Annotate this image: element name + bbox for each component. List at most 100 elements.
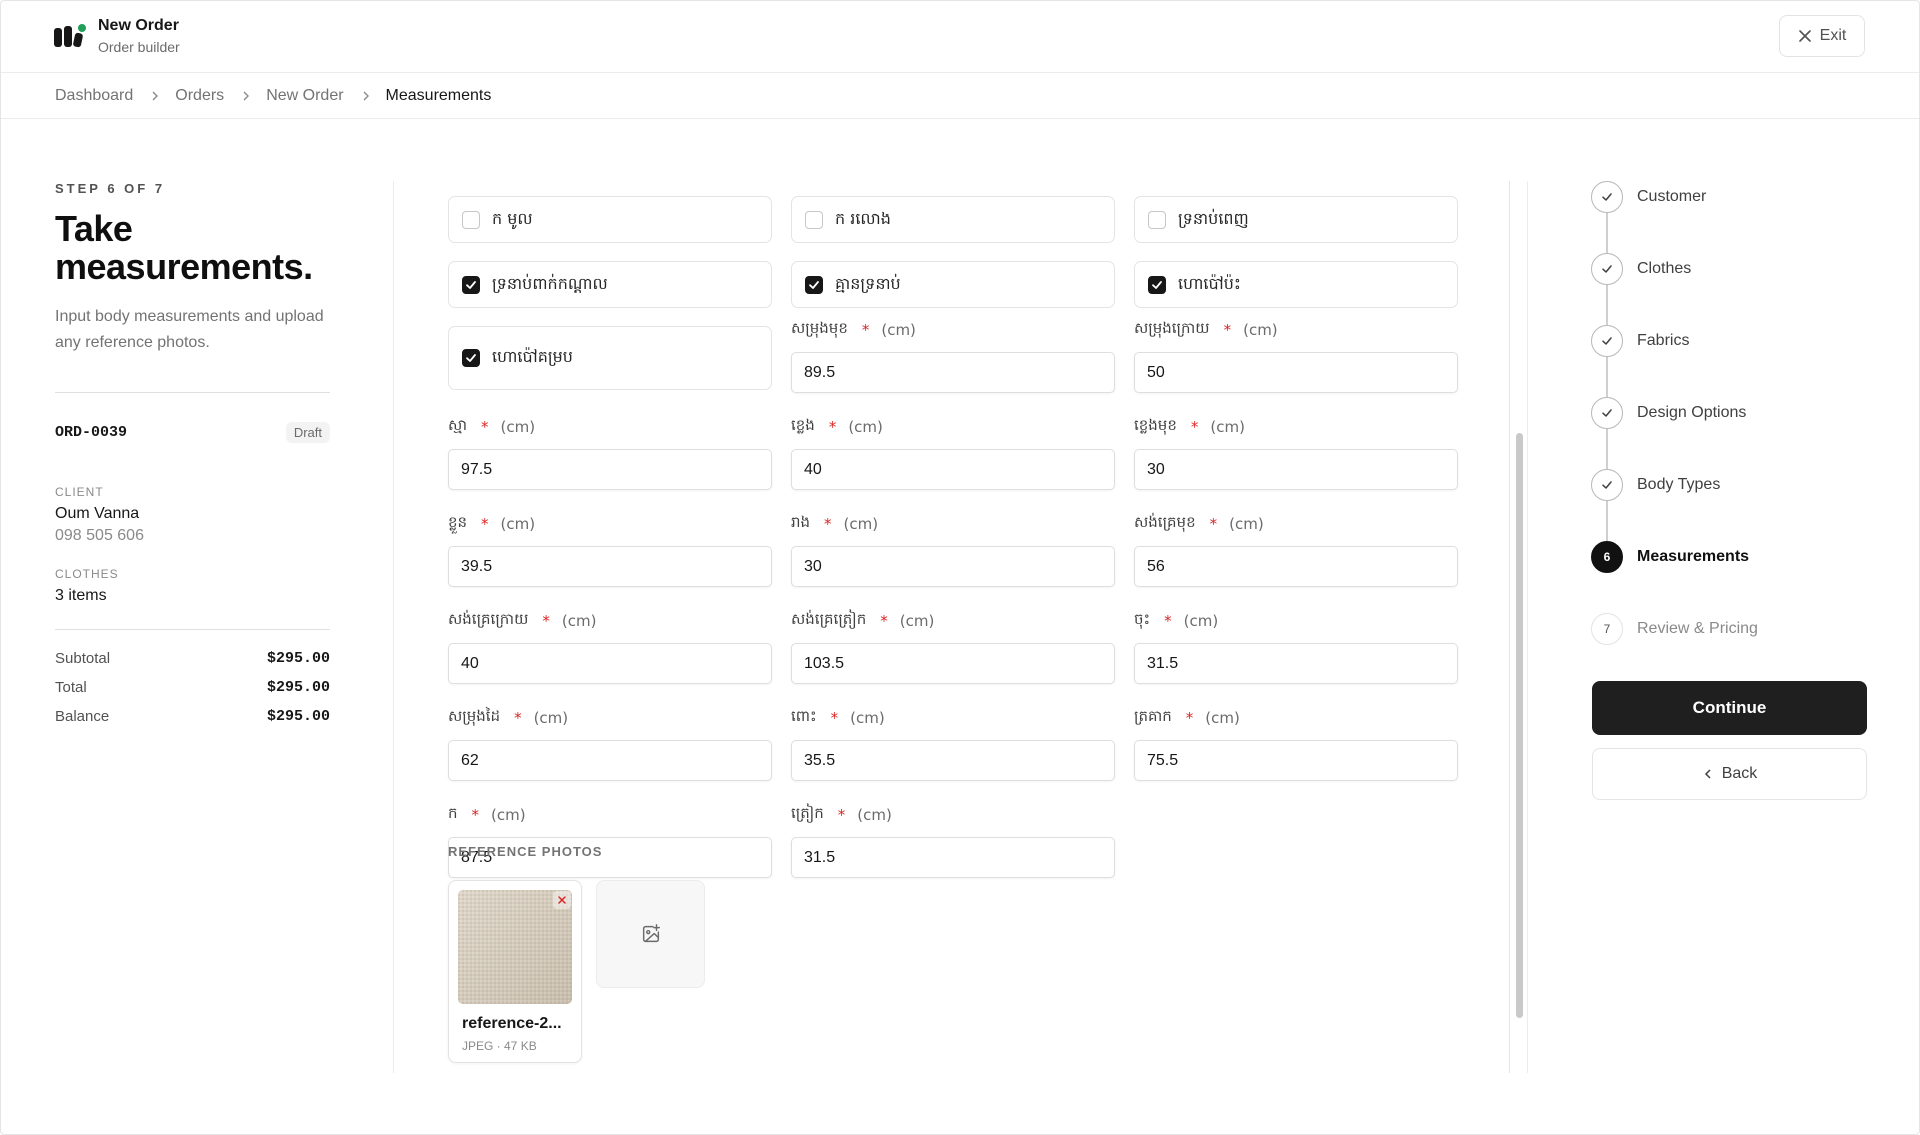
continue-button[interactable]: Continue [1592, 681, 1867, 735]
page-title: Take measurements. [55, 208, 313, 287]
reference-photos-label: REFERENCE PHOTOS [448, 844, 603, 859]
measurement-field: សម្រុងមុខ * (cm) [791, 318, 1115, 393]
step-body-types[interactable]: Body Types [1591, 469, 1891, 541]
photo-meta: JPEG · 47 KB [462, 1039, 537, 1053]
measurement-input[interactable] [1134, 740, 1458, 781]
measurement-input[interactable] [791, 643, 1115, 684]
image-plus-icon [642, 924, 660, 943]
measurement-input[interactable] [448, 546, 772, 587]
photo-filename: reference-2... [462, 1015, 562, 1032]
measurement-field: ចុះ * (cm) [1134, 609, 1458, 684]
measurement-input[interactable] [1134, 352, 1458, 393]
option-checkbox[interactable]: ទ្រនាប់ពេញ [1134, 196, 1458, 243]
step-label: Measurements [1637, 548, 1750, 565]
step-complete-indicator [1591, 253, 1623, 285]
step-fabrics[interactable]: Fabrics [1591, 325, 1891, 397]
add-photo-button[interactable] [596, 880, 705, 988]
order-id-row: ORD-0039 Draft [55, 422, 330, 443]
divider [393, 181, 394, 1073]
total-label: Total [55, 679, 87, 696]
measurement-input[interactable] [1134, 449, 1458, 490]
breadcrumb-new-order[interactable]: New Order [266, 87, 343, 105]
option-checkbox[interactable]: ក មូល [448, 196, 772, 243]
checkbox[interactable] [462, 210, 480, 229]
step-clothes[interactable]: Clothes [1591, 253, 1891, 325]
measurement-input[interactable] [448, 740, 772, 781]
measurement-input[interactable] [1134, 546, 1458, 587]
reference-photo-card[interactable]: reference-2... JPEG · 47 KB [448, 880, 582, 1063]
step-design-options[interactable]: Design Options [1591, 397, 1891, 469]
measurement-input[interactable] [791, 352, 1115, 393]
measurement-field: ត្រៀក * (cm) [791, 803, 1115, 878]
balance-label: Balance [55, 708, 110, 725]
step-label: Clothes [1637, 260, 1692, 277]
measurement-field: ខ្លួន * (cm) [448, 512, 772, 587]
options-grid: ក មូល ក រលោង ទ្រនាប់ពេញ ទ្រនាប់ពាក់កណ្ដា… [448, 196, 1458, 415]
check-icon [809, 280, 819, 289]
chevron-left-icon [1704, 769, 1711, 779]
app-window: New Order Order builder Exit Dashboard O… [0, 0, 1920, 1135]
check-icon [1602, 337, 1612, 345]
checkbox-checked[interactable] [1148, 275, 1166, 294]
measurement-field: រាង * (cm) [791, 512, 1115, 587]
option-checkbox[interactable]: គ្មានទ្រនាប់ [791, 261, 1115, 308]
checkbox-checked[interactable] [805, 275, 823, 294]
field-label: ខ្លេង * (cm) [791, 416, 883, 436]
remove-photo-button[interactable] [553, 891, 571, 909]
field-label: ខ្លួន * (cm) [448, 513, 536, 533]
step-label: Customer [1637, 188, 1707, 205]
step-complete-indicator [1591, 397, 1623, 429]
checkbox[interactable] [1148, 210, 1166, 229]
option-label: ទ្រនាប់ពាក់កណ្ដាល [492, 273, 608, 293]
subtotal-value: $295.00 [266, 650, 330, 667]
field-label: សម្រុងដៃ * (cm) [448, 707, 569, 727]
field-label: ចុះ * (cm) [1134, 610, 1219, 630]
check-icon [1602, 481, 1612, 489]
breadcrumb: Dashboard Orders New Order Measurements [1, 73, 1919, 119]
breadcrumb-dashboard[interactable]: Dashboard [55, 87, 133, 105]
breadcrumb-orders[interactable]: Orders [175, 87, 224, 105]
measurement-field: សង់គ្រេក្រោយ * (cm) [448, 609, 772, 684]
field-label: សង់គ្រេត្រៀក * (cm) [791, 610, 935, 630]
measurements-grid: ស្មា*(cm) ខ្លេង*(cm) ខ្លេងមុខ*(cm) ខ្លួន… [448, 415, 1458, 900]
step-number: 6 [1591, 541, 1623, 573]
measurement-field: ពោះ * (cm) [791, 706, 1115, 781]
step-review-pricing[interactable]: 7 Review & Pricing [1591, 613, 1891, 685]
option-label: ក រលោង [835, 208, 891, 228]
option-label: គ្មានទ្រនាប់ [835, 273, 901, 293]
step-label: Body Types [1637, 476, 1721, 493]
checkbox-checked[interactable] [462, 349, 480, 367]
divider [55, 392, 330, 393]
measurement-field: សង់គ្រេត្រៀក * (cm) [791, 609, 1115, 684]
subtotal-label: Subtotal [55, 650, 111, 667]
step-customer[interactable]: Customer [1591, 181, 1891, 253]
checkbox-checked[interactable] [462, 275, 480, 294]
app-subtitle: Order builder [98, 39, 180, 55]
measurement-input[interactable] [791, 546, 1115, 587]
step-measurements[interactable]: 6 Measurements [1591, 541, 1891, 613]
field-label: ត្រគាក * (cm) [1134, 707, 1240, 727]
option-checkbox[interactable]: ហោប៉ៅប៉ះ [1134, 261, 1458, 308]
step-number: 7 [1591, 613, 1623, 645]
measurement-input[interactable] [791, 837, 1115, 878]
step-complete-indicator [1591, 181, 1623, 213]
measurement-input[interactable] [791, 740, 1115, 781]
measurement-input[interactable] [448, 643, 772, 684]
option-checkbox[interactable]: ក រលោង [791, 196, 1115, 243]
scrollbar-thumb[interactable] [1516, 433, 1523, 1018]
measurement-input[interactable] [448, 449, 772, 490]
measurement-form: ក មូល ក រលោង ទ្រនាប់ពេញ ទ្រនាប់ពាក់កណ្ដា… [448, 196, 1458, 900]
check-icon [1602, 193, 1612, 201]
option-checkbox[interactable]: ហោប៉ៅគម្រប [448, 326, 772, 390]
step-label: Review & Pricing [1637, 620, 1758, 637]
checkbox[interactable] [805, 210, 823, 229]
progress-stepper: Customer Clothes Fabrics Design Options … [1591, 181, 1891, 685]
balance-row: Balance $295.00 [55, 702, 330, 731]
exit-button[interactable]: Exit [1779, 15, 1865, 57]
back-button[interactable]: Back [1592, 748, 1867, 800]
option-checkbox[interactable]: ទ្រនាប់ពាក់កណ្ដាល [448, 261, 772, 308]
measurement-input[interactable] [791, 449, 1115, 490]
field-label: សង់គ្រេក្រោយ * (cm) [448, 610, 597, 630]
measurement-input[interactable] [1134, 643, 1458, 684]
balance-value: $295.00 [266, 708, 330, 725]
